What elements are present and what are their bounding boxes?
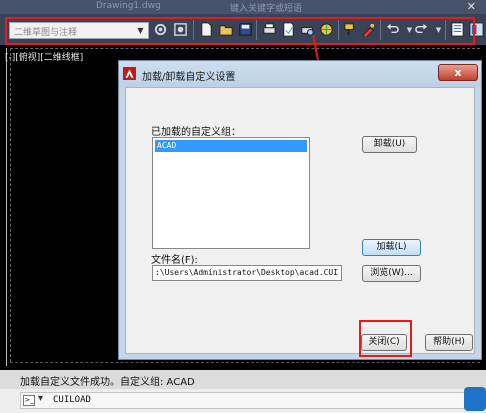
- search-box-hint[interactable]: 键入关键字或短语: [230, 1, 302, 14]
- match-properties-icon[interactable]: [342, 21, 359, 38]
- workspace-select[interactable]: 二维草图与注释 ▼: [9, 22, 149, 39]
- quick-access-toolbar: Drawing1.dwg 键入关键字或短语 ✕ 二维草图与注释 ▼ ▼ ▼: [0, 0, 486, 45]
- status-message: 加载自定义文件成功。自定义组: ACAD: [20, 377, 195, 388]
- browse-button[interactable]: 浏览(W)...: [362, 265, 421, 282]
- block-editor-icon[interactable]: [360, 21, 377, 38]
- save-icon[interactable]: [237, 21, 254, 38]
- publish-icon[interactable]: [280, 21, 297, 38]
- undo-icon[interactable]: [384, 21, 401, 38]
- unload-button[interactable]: 卸载(U): [362, 136, 417, 153]
- viewport-border: [10, 48, 480, 49]
- new-icon[interactable]: [198, 21, 215, 38]
- load-unload-customizations-dialog: 加载/卸载自定义设置 x 已加载的自定义组： ACAD 卸载(U) 加载(L) …: [118, 60, 482, 360]
- close-icon[interactable]: x: [438, 64, 478, 81]
- file-name-label: 文件名(F):: [151, 255, 198, 266]
- design-center-icon[interactable]: [468, 21, 485, 38]
- window-controls[interactable]: ✕: [467, 0, 476, 13]
- command-prompt-icon[interactable]: >_: [23, 395, 35, 406]
- command-input[interactable]: >_ ▾ CUILOAD: [20, 392, 480, 409]
- close-button[interactable]: 关闭(C): [361, 334, 407, 351]
- viewport-controls-label[interactable]: [-][俯视][二维线框]: [5, 50, 83, 63]
- document-title: Drawing1.dwg: [96, 1, 161, 11]
- redo-icon[interactable]: [413, 21, 430, 38]
- viewport-border-left: [10, 48, 11, 362]
- workspace-value: 二维草图与注释: [14, 28, 78, 38]
- command-text: CUILOAD: [53, 395, 91, 405]
- file-name-input[interactable]: :\Users\Administrator\Desktop\acad.CUI: [152, 265, 342, 281]
- chevron-down-icon[interactable]: ▾: [38, 393, 43, 404]
- workspace-settings-icon[interactable]: [152, 21, 169, 38]
- chevron-down-icon[interactable]: ▼: [135, 26, 146, 36]
- title-strip: Drawing1.dwg 键入关键字或短语 ✕: [0, 0, 486, 14]
- plot-icon[interactable]: [261, 21, 278, 38]
- ucs-axis-line: [6, 48, 7, 366]
- dialog-titlebar[interactable]: 加载/卸载自定义设置 x: [119, 61, 481, 87]
- 3d-dwf-icon[interactable]: [318, 21, 335, 38]
- plot-preview-icon[interactable]: [299, 21, 316, 38]
- autocad-logo-icon: [123, 67, 136, 80]
- watermark-badge: [464, 387, 486, 411]
- load-button[interactable]: 加载(L): [362, 239, 421, 256]
- loaded-groups-list[interactable]: ACAD: [152, 137, 310, 249]
- dialog-title: 加载/卸载自定义设置: [142, 72, 236, 83]
- loaded-groups-label: 已加载的自定义组：: [151, 127, 241, 138]
- command-history: 加载自定义文件成功。自定义组: ACAD: [0, 370, 486, 389]
- customize-icon[interactable]: [172, 21, 189, 38]
- list-item[interactable]: ACAD: [155, 140, 307, 152]
- viewport-border-bottom: [10, 362, 480, 363]
- help-button[interactable]: 帮助(H): [425, 334, 473, 351]
- open-icon[interactable]: [218, 21, 235, 38]
- command-line: >_ ▾ CUILOAD: [0, 389, 486, 413]
- properties-icon[interactable]: [449, 21, 466, 38]
